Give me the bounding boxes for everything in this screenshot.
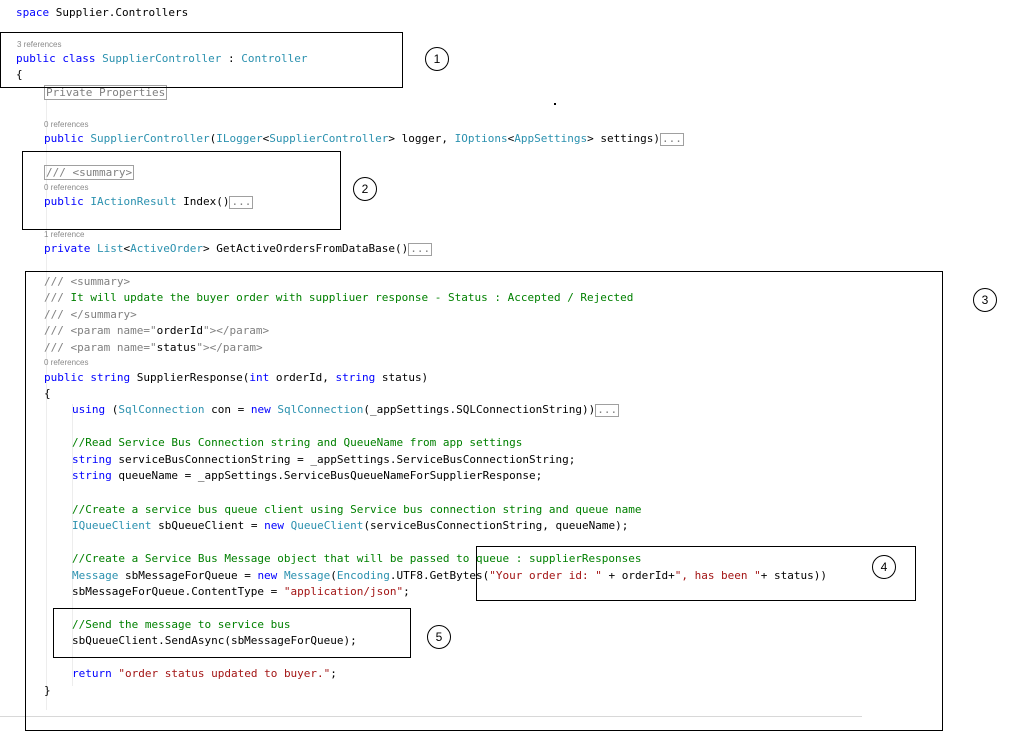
annotation-box-4 [476,546,916,601]
cursor-dot [554,103,556,105]
annotation-box-3 [25,271,943,731]
get-orders-reference-count[interactable]: 1 reference [44,230,84,240]
annotation-box-5 [53,608,411,658]
annotation-marker-5: 5 [427,625,451,649]
annotation-marker-2: 2 [353,177,377,201]
namespace-line: space Supplier.Controllers [16,6,189,19]
ctor-reference-count[interactable]: 0 references [44,120,88,130]
get-orders-collapsed-ellipsis[interactable]: ... [408,242,433,256]
annotation-box-2 [22,151,341,230]
ctor-collapsed-ellipsis[interactable]: ... [659,132,684,146]
private-properties-region[interactable]: Private Properties [44,85,168,100]
constructor-declaration: public SupplierController(ILogger<Suppli… [44,131,684,146]
annotation-marker-1: 1 [425,47,449,71]
annotation-marker-3: 3 [973,288,997,312]
annotation-marker-4: 4 [872,555,896,579]
annotation-box-1 [0,32,403,88]
get-orders-declaration: private List<ActiveOrder> GetActiveOrder… [44,241,433,256]
